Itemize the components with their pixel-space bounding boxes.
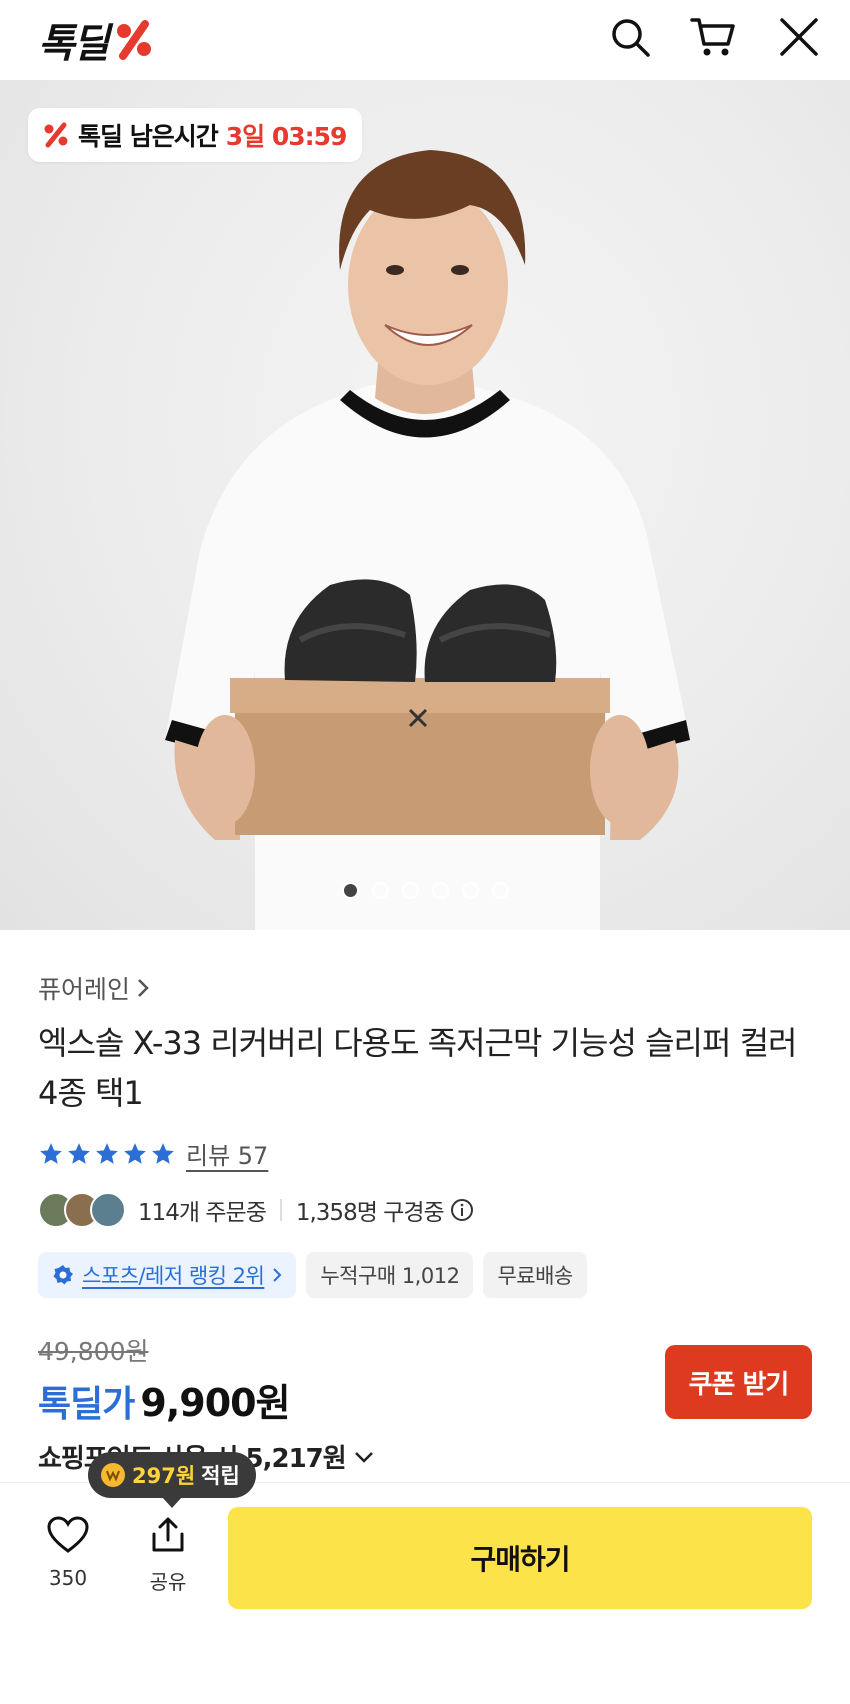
product-chips: 스포츠/레저 랭킹 2위 누적구매 1,012 무료배송: [38, 1252, 587, 1298]
heart-icon: [47, 1516, 89, 1553]
close-icon[interactable]: [774, 12, 824, 62]
info-icon[interactable]: [450, 1198, 474, 1222]
orders-count: 114개 주문중: [138, 1200, 267, 1226]
product-title: 엑스솔 X-33 리커버리 다용도 족저근막 기능성 슬리퍼 컬러 4종 택1: [38, 1024, 797, 1112]
star-icon: [152, 1142, 174, 1164]
order-stats-row: 114개 주문중 1,358명 구경중: [38, 1190, 474, 1230]
rating-row: 리뷰 57: [38, 1136, 268, 1171]
deal-timer-badge: 톡딜 남은시간 3일 03:59: [28, 108, 363, 162]
percent-icon: [44, 122, 68, 148]
carousel-indicator: [0, 882, 850, 899]
search-icon[interactable]: [605, 12, 655, 62]
get-coupon-button[interactable]: 쿠폰 받기: [665, 1345, 812, 1419]
talkdeal-logo[interactable]: 톡딜: [38, 12, 156, 68]
tooltip-amount: 297원: [132, 1464, 196, 1488]
carousel-dot[interactable]: [371, 882, 389, 899]
viewers-count: 1,358명 구경중: [295, 1200, 445, 1226]
top-header: 톡딜: [0, 0, 850, 80]
carousel-dot[interactable]: [491, 882, 509, 899]
deal-price-label: 톡딜가: [38, 1384, 135, 1425]
buy-button[interactable]: 구매하기: [228, 1507, 812, 1609]
cart-icon[interactable]: [688, 12, 738, 62]
chevron-down-icon: [354, 1451, 373, 1463]
percent-logo-icon: [116, 20, 151, 60]
star-icon: [40, 1142, 62, 1164]
avatar: [90, 1192, 126, 1228]
carousel-dot[interactable]: [341, 882, 359, 899]
like-count: 350: [48, 1566, 88, 1590]
product-image-carousel[interactable]: 톡딜 남은시간 3일 03:59: [0, 80, 850, 930]
ranking-chip[interactable]: 스포츠/레저 랭킹 2위: [38, 1252, 297, 1298]
buyer-avatars: [38, 1192, 126, 1228]
review-link[interactable]: 리뷰 57: [186, 1136, 268, 1171]
cumulative-purchase-chip: 누적구매 1,012: [306, 1252, 474, 1298]
product-photo: [165, 150, 690, 930]
badge-icon: [53, 1265, 73, 1285]
share-label: 공유: [149, 1570, 187, 1594]
carousel-dot[interactable]: [431, 882, 449, 899]
chevron-right-icon: [138, 979, 149, 997]
like-button[interactable]: 350: [38, 1516, 98, 1590]
logo-text: 톡딜: [38, 21, 110, 67]
chevron-right-icon: [273, 1268, 282, 1282]
free-shipping-chip: 무료배송: [483, 1252, 587, 1298]
timer-value: 3일 03:59: [225, 122, 348, 151]
share-button[interactable]: 공유: [138, 1516, 198, 1595]
star-icon: [124, 1142, 146, 1164]
star-icon: [96, 1142, 118, 1164]
star-icon: [68, 1142, 90, 1164]
brand-link[interactable]: 퓨어레인: [38, 970, 150, 1006]
share-icon: [152, 1517, 184, 1552]
deal-price-value: 9,900원: [140, 1381, 290, 1425]
carousel-dot[interactable]: [401, 882, 419, 899]
brand-name: 퓨어레인: [38, 975, 131, 1004]
coin-icon: [101, 1463, 125, 1487]
divider: [279, 1199, 282, 1221]
points-reward-tooltip: 297원 적립: [88, 1452, 256, 1508]
deal-price-row: 톡딜가 9,900원: [38, 1372, 291, 1427]
rating-stars: [38, 1141, 176, 1167]
tooltip-label: 적립: [201, 1464, 240, 1488]
timer-label: 톡딜 남은시간: [78, 122, 219, 151]
ranking-chip-label: 스포츠/레저 랭킹 2위: [82, 1264, 265, 1288]
original-price: 49,800원: [38, 1337, 149, 1366]
carousel-dot[interactable]: [461, 882, 479, 899]
